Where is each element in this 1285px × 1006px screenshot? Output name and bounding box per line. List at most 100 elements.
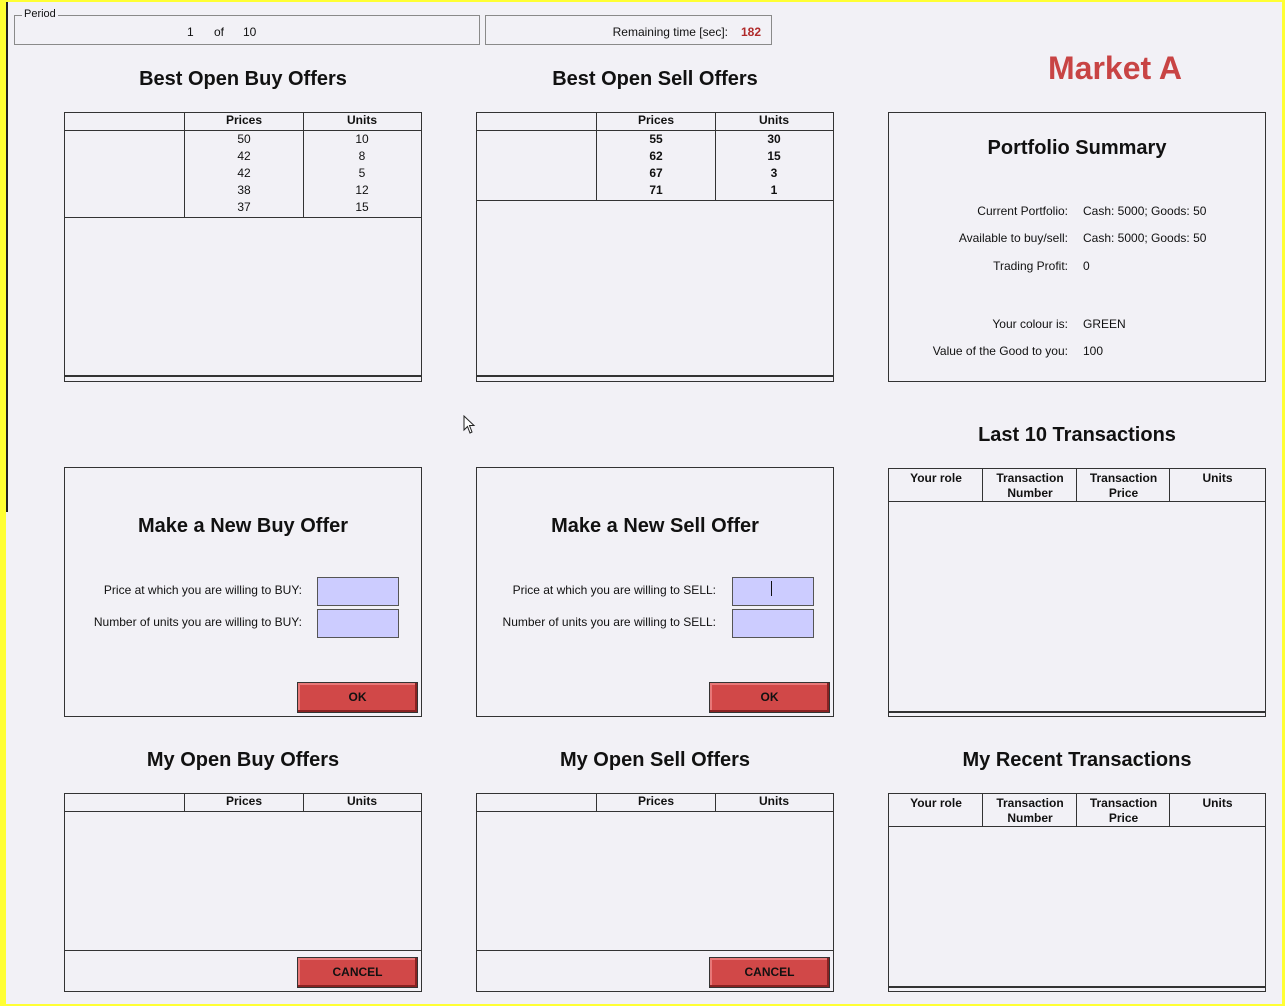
colour-label: Your colour is: <box>992 317 1068 331</box>
my-buy-col-units: Units <box>347 794 377 808</box>
best-buy-col-prices: Prices <box>225 113 263 127</box>
cancel-sell-button[interactable]: CANCEL <box>709 957 830 988</box>
text-caret <box>771 581 772 596</box>
units-cell: 15 <box>355 200 369 214</box>
sell-price-label: Price at which you are willing to SELL: <box>512 583 716 597</box>
good-value: 100 <box>1083 344 1104 358</box>
price-cell: 42 <box>237 166 251 180</box>
table-row[interactable]: 42 8 <box>65 149 421 166</box>
period-legend: Period <box>22 8 58 20</box>
best-buy-table: Prices Units 50 10 42 8 42 5 38 12 37 15 <box>64 112 422 382</box>
new-sell-offer-title: Make a New Sell Offer <box>551 515 759 537</box>
units-cell: 8 <box>358 149 366 163</box>
my-sell-title: My Open Sell Offers <box>559 749 751 771</box>
buy-units-label: Number of units you are willing to BUY: <box>93 615 302 629</box>
current-portfolio-value: Cash: 5000; Goods: 50 <box>1083 204 1207 218</box>
good-value-label: Value of the Good to you: <box>932 344 1068 358</box>
price-cell: 38 <box>237 183 251 197</box>
col-your-role: Your role <box>910 796 962 810</box>
available-label: Available to buy/sell: <box>958 231 1068 245</box>
price-cell: 71 <box>649 183 663 197</box>
best-buy-title: Best Open Buy Offers <box>139 68 347 90</box>
col-transaction-number: Transaction Number <box>996 471 1064 500</box>
my-sell-col-prices: Prices <box>637 794 675 808</box>
my-sell-col-units: Units <box>759 794 789 808</box>
units-cell: 30 <box>767 132 781 146</box>
last10-header: Your role Transaction Number Transaction… <box>889 469 1265 502</box>
units-cell: 1 <box>770 183 778 197</box>
window-edge <box>6 2 8 512</box>
best-sell-header: Prices Units <box>477 113 833 131</box>
price-cell: 50 <box>237 132 251 146</box>
table-row[interactable]: 38 12 <box>65 183 421 200</box>
last10-table: Your role Transaction Number Transaction… <box>888 468 1266 717</box>
trading-profit-value: 0 <box>1083 259 1090 273</box>
best-sell-col-units: Units <box>759 113 789 127</box>
units-cell: 15 <box>767 149 781 163</box>
my-buy-title: My Open Buy Offers <box>146 749 340 771</box>
table-row[interactable]: 55 30 <box>477 132 833 149</box>
sell-ok-button[interactable]: OK <box>709 682 830 713</box>
colour-value: GREEN <box>1083 317 1126 331</box>
buy-price-label: Price at which you are willing to BUY: <box>103 583 302 597</box>
portfolio-summary-title: Portfolio Summary <box>987 137 1167 159</box>
table-scrollbar[interactable] <box>477 375 833 377</box>
best-buy-header: Prices Units <box>65 113 421 131</box>
col-transaction-price: Transaction Price <box>1089 796 1158 825</box>
buy-ok-button[interactable]: OK <box>297 682 418 713</box>
units-cell: 3 <box>770 166 778 180</box>
last10-title: Last 10 Transactions <box>978 424 1176 446</box>
table-scrollbar[interactable] <box>65 375 421 377</box>
table-row[interactable]: 37 15 <box>65 200 421 217</box>
my-buy-header: Prices Units <box>65 794 421 812</box>
price-cell: 42 <box>237 149 251 163</box>
remaining-time-value: 182 <box>740 25 761 39</box>
portfolio-summary-panel: Portfolio Summary Current Portfolio: Cas… <box>888 112 1266 382</box>
my-buy-col-prices: Prices <box>225 794 263 808</box>
sell-price-input[interactable] <box>732 577 814 606</box>
col-your-role: Your role <box>910 471 962 485</box>
sell-units-input[interactable] <box>732 609 814 638</box>
units-cell: 5 <box>358 166 366 180</box>
my-sell-table: Prices Units CANCEL <box>476 793 834 992</box>
mouse-cursor-icon <box>463 415 476 434</box>
cancel-buy-button[interactable]: CANCEL <box>297 957 418 988</box>
table-row[interactable]: 42 5 <box>65 166 421 183</box>
my-buy-table: Prices Units CANCEL <box>64 793 422 992</box>
best-sell-title: Best Open Sell Offers <box>552 68 758 90</box>
new-buy-offer-panel: Make a New Buy Offer Price at which you … <box>64 467 422 717</box>
price-cell: 55 <box>649 132 663 146</box>
buy-price-input[interactable] <box>317 577 399 606</box>
recent-title: My Recent Transactions <box>962 749 1192 771</box>
table-scrollbar[interactable] <box>889 986 1265 988</box>
my-sell-header: Prices Units <box>477 794 833 812</box>
new-sell-offer-panel: Make a New Sell Offer Price at which you… <box>476 467 834 717</box>
market-title: Market A <box>1048 50 1182 86</box>
table-row[interactable]: 71 1 <box>477 183 833 200</box>
available-value: Cash: 5000; Goods: 50 <box>1083 231 1207 245</box>
best-buy-col-units: Units <box>347 113 377 127</box>
new-buy-offer-title: Make a New Buy Offer <box>137 515 349 537</box>
table-row[interactable]: 67 3 <box>477 166 833 183</box>
table-scrollbar[interactable] <box>889 711 1265 713</box>
table-row[interactable]: 50 10 <box>65 132 421 149</box>
sell-units-label: Number of units you are willing to SELL: <box>502 615 716 629</box>
period-current: 1 <box>187 25 194 39</box>
best-sell-table: Prices Units 55 30 62 15 67 3 71 1 <box>476 112 834 382</box>
units-cell: 12 <box>355 183 369 197</box>
table-row[interactable]: 62 15 <box>477 149 833 166</box>
recent-header: Your role Transaction Number Transaction… <box>889 794 1265 827</box>
price-cell: 62 <box>649 149 663 163</box>
recent-table: Your role Transaction Number Transaction… <box>888 793 1266 992</box>
units-cell: 10 <box>355 132 369 146</box>
buy-units-input[interactable] <box>317 609 399 638</box>
col-units: Units <box>1202 471 1233 485</box>
period-panel: Period 1 of 10 <box>14 8 480 45</box>
col-units: Units <box>1202 796 1233 810</box>
price-cell: 37 <box>237 200 251 214</box>
remaining-time-label: Remaining time [sec]: <box>612 25 728 39</box>
remaining-time-panel: Remaining time [sec]: 182 <box>485 15 772 45</box>
period-total: 10 <box>243 25 257 39</box>
col-transaction-number: Transaction Number <box>996 796 1064 825</box>
period-of-label: of <box>214 25 225 39</box>
